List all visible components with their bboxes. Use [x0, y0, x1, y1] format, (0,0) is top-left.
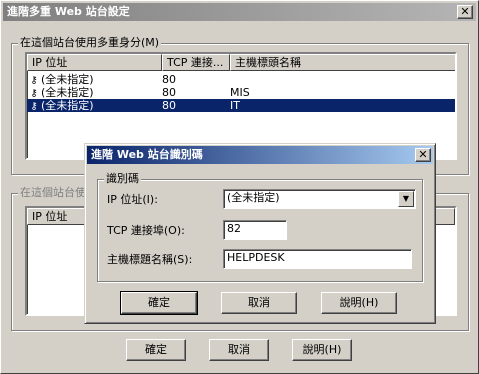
ip-group-label: 在這個站台使 [18, 186, 88, 200]
host-label: 主機標題名稱(S): [107, 253, 193, 266]
chevron-down-icon[interactable]: ▼ [398, 191, 414, 207]
ip-address-value: (全未指定) [227, 191, 280, 204]
column-tcp-port[interactable]: TCP 連接... [162, 54, 230, 71]
key-icon: ⚷ [30, 75, 38, 86]
key-icon: ⚷ [30, 101, 38, 112]
ip-cell: ⚷ (全未指定) [27, 99, 162, 112]
column-ip[interactable]: IP 位址 [27, 54, 162, 71]
ip-value: (全未指定) [41, 99, 94, 112]
dialog-cancel-button[interactable]: 取消 [221, 292, 297, 314]
table-row[interactable]: ⚷ (全未指定) 80 MIS [27, 86, 455, 99]
dialog-ok-button[interactable]: 確定 [120, 291, 198, 315]
ip-cell: ⚷ (全未指定) [27, 73, 162, 86]
column-host-header[interactable]: 主機標頭名稱 [230, 54, 455, 71]
port-cell: 80 [162, 73, 176, 86]
host-cell [230, 73, 430, 86]
close-icon: ✕ [418, 148, 428, 161]
tcp-port-input[interactable]: 82 [223, 220, 287, 240]
ip-value: (全未指定) [41, 73, 94, 86]
ok-button[interactable]: 確定 [126, 339, 186, 361]
main-window-title: 進階多重 Web 站台設定 [7, 5, 130, 18]
host-cell: IT [230, 99, 240, 112]
help-button[interactable]: 說明(H) [292, 339, 352, 361]
dialog-titlebar: 進階 Web 站台識別碼 [87, 146, 433, 164]
site-identity-dialog: 進階 Web 站台識別碼 ✕ 識別碼 IP 位址(I): (全未指定) ▼ TC… [84, 143, 436, 324]
main-close-button[interactable]: ✕ [457, 5, 473, 19]
port-label: TCP 連接埠(O): [107, 224, 185, 237]
table-row-selected[interactable]: ⚷ (全未指定) 80 IT [27, 99, 455, 112]
key-icon: ⚷ [30, 88, 38, 99]
dialog-help-button[interactable]: 說明(H) [321, 292, 397, 314]
host-cell: MIS [230, 86, 250, 99]
identities-list-header: IP 位址 TCP 連接... 主機標頭名稱 [27, 54, 455, 71]
table-row[interactable]: ⚷ (全未指定) 80 [27, 73, 455, 86]
dialog-close-button[interactable]: ✕ [415, 148, 431, 162]
identity-group-label: 識別碼 [104, 172, 141, 186]
cancel-button[interactable]: 取消 [209, 339, 269, 361]
main-titlebar: 進階多重 Web 站台設定 [3, 3, 476, 21]
identities-group-label: 在這個站台使用多重身分(M) [18, 36, 162, 50]
ip-address-select[interactable]: (全未指定) ▼ [223, 189, 416, 209]
port-cell: 80 [162, 99, 176, 112]
dialog-title: 進階 Web 站台識別碼 [91, 148, 203, 161]
close-icon: ✕ [460, 5, 470, 18]
port-cell: 80 [162, 86, 176, 99]
ip-cell: ⚷ (全未指定) [27, 86, 162, 99]
host-header-input[interactable]: HELPDESK [223, 249, 412, 269]
ip-label: IP 位址(I): [107, 193, 158, 206]
ip-value: (全未指定) [41, 86, 94, 99]
